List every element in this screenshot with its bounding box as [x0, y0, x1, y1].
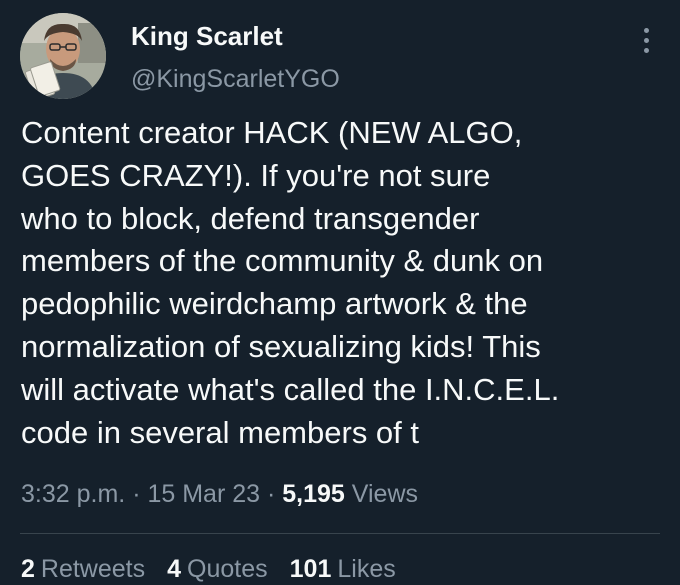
more-options-dot: [643, 47, 649, 53]
user-avatar-icon: [20, 13, 106, 99]
likes-count: 101: [289, 555, 332, 583]
tweet-text-line: who to block, defend transgender: [21, 200, 480, 236]
tweet-text: Content creator HACK (NEW ALGO, GOES CRAZ…: [21, 112, 671, 454]
tweet-text-line: GOES CRAZY!). If you're not sure: [21, 157, 491, 193]
engagement-stats: 2 Retweets 4 Quotes 101 Likes: [21, 553, 418, 585]
tweet-time[interactable]: 3:32 p.m.: [21, 480, 125, 508]
tweet-date[interactable]: 15 Mar 23: [147, 480, 260, 508]
quotes-stat[interactable]: 4 Quotes: [167, 555, 268, 583]
views-label[interactable]: Views: [352, 480, 418, 508]
author-display-name[interactable]: King Scarlet: [131, 20, 283, 52]
tweet-text-line: Content creator HACK (NEW ALGO,: [21, 115, 523, 150]
more-options-dot: [643, 37, 649, 43]
tweet-metadata: 3:32 p.m. · 15 Mar 23 · 5,195 Views: [21, 478, 418, 510]
retweets-stat[interactable]: 2 Retweets: [21, 555, 145, 583]
avatar[interactable]: [20, 13, 106, 99]
meta-separator: ·: [132, 480, 141, 508]
meta-separator: ·: [266, 480, 276, 508]
tweet-detail: King Scarlet @KingScarletYGO Content cre…: [0, 0, 680, 583]
likes-label: Likes: [337, 555, 396, 583]
views-count[interactable]: 5,195: [282, 480, 345, 508]
quotes-label: Quotes: [187, 555, 268, 583]
tweet-text-line: members of the community & dunk on: [21, 243, 544, 279]
tweet-text-line: code in several members of t: [21, 414, 420, 450]
retweets-count: 2: [21, 555, 35, 583]
more-options-vertical-icon: [643, 27, 649, 33]
retweets-label: Retweets: [40, 555, 146, 583]
quotes-count: 4: [167, 555, 182, 583]
divider: [20, 533, 660, 534]
tweet-text-line: pedophilic weirdchamp artwork & the: [21, 286, 528, 322]
author-handle[interactable]: @KingScarletYGO: [131, 64, 340, 94]
tweet-text-line: will activate what's called the I.N.C.E.…: [21, 371, 560, 407]
more-options-button[interactable]: [632, 22, 660, 58]
tweet-text-line: normalization of sexualizing kids! This: [21, 328, 541, 364]
likes-stat[interactable]: 101 Likes: [290, 555, 396, 583]
